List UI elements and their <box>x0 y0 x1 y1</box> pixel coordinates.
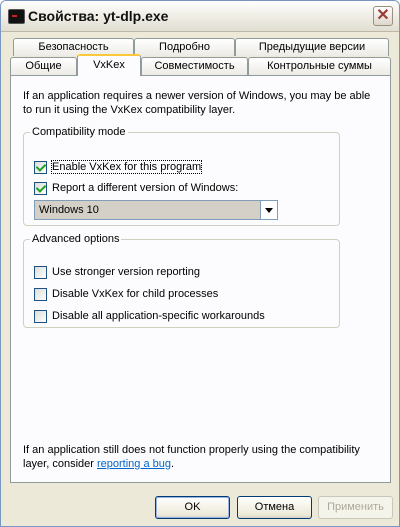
ok-button[interactable]: OK <box>155 496 230 519</box>
tab-details[interactable]: Подробно <box>134 38 235 56</box>
tab-vxkex[interactable]: VxKex <box>77 54 141 76</box>
disable-child-processes-label[interactable]: Disable VxKex for child processes <box>52 288 218 300</box>
footer-period: . <box>171 458 175 470</box>
disable-workarounds-row[interactable]: Disable all application-specific workaro… <box>34 309 265 323</box>
disable-child-processes-checkbox[interactable] <box>34 287 47 301</box>
tab-compatibility[interactable]: Совместимость <box>141 57 248 75</box>
report-version-checkbox[interactable] <box>34 181 47 195</box>
tab-row-top: Безопасность Подробно Предыдущие версии <box>1 38 399 57</box>
tab-row-bottom: Общие VxKex Совместимость Контрольные су… <box>1 54 399 76</box>
compatibility-mode-group: Compatibility mode Enable VxKex for this… <box>23 126 340 226</box>
close-icon: ✕ <box>376 7 390 24</box>
report-bug-link[interactable]: reporting a bug <box>97 458 171 470</box>
disable-child-processes-row[interactable]: Disable VxKex for child processes <box>34 287 218 301</box>
report-version-checkbox-row[interactable]: Report a different version of Windows: <box>34 181 238 195</box>
enable-vxkex-checkbox-row[interactable]: Enable VxKex for this program <box>34 160 203 174</box>
tab-checksums[interactable]: Контрольные суммы <box>248 57 391 75</box>
vxkex-panel: If an application requires a newer versi… <box>10 75 391 483</box>
advanced-options-group: Advanced options Use stronger version re… <box>23 233 340 328</box>
footer-text: If an application still does not functio… <box>23 443 378 471</box>
advanced-options-legend: Advanced options <box>32 233 120 245</box>
cancel-button[interactable]: Отмена <box>237 496 312 519</box>
enable-vxkex-checkbox[interactable] <box>34 160 47 174</box>
tab-general[interactable]: Общие <box>10 57 77 75</box>
disable-workarounds-label[interactable]: Disable all application-specific workaro… <box>52 310 265 322</box>
properties-window: Свойства: yt-dlp.exe ✕ Безопасность Подр… <box>0 0 400 527</box>
disable-workarounds-checkbox[interactable] <box>34 309 47 323</box>
close-button[interactable]: ✕ <box>373 6 393 26</box>
stronger-version-reporting-label[interactable]: Use stronger version reporting <box>52 266 200 278</box>
console-app-icon <box>8 9 25 24</box>
title-bar[interactable]: Свойства: yt-dlp.exe ✕ <box>1 1 399 32</box>
footer-message: If an application still does not functio… <box>23 444 360 470</box>
intro-text: If an application requires a newer versi… <box>23 90 371 116</box>
report-version-label[interactable]: Report a different version of Windows: <box>52 182 238 194</box>
stronger-version-reporting-checkbox[interactable] <box>34 265 47 279</box>
window-title: Свойства: yt-dlp.exe <box>28 8 169 24</box>
compatibility-mode-legend: Compatibility mode <box>32 126 126 138</box>
windows-version-value: Windows 10 <box>35 201 260 219</box>
windows-version-dropdown[interactable]: Windows 10 <box>34 200 278 220</box>
enable-vxkex-label[interactable]: Enable VxKex for this program <box>50 160 203 174</box>
apply-button: Применить <box>318 496 393 519</box>
stronger-version-reporting-row[interactable]: Use stronger version reporting <box>34 265 200 279</box>
tab-previous-versions[interactable]: Предыдущие версии <box>235 38 389 56</box>
chevron-down-icon[interactable] <box>260 201 277 219</box>
